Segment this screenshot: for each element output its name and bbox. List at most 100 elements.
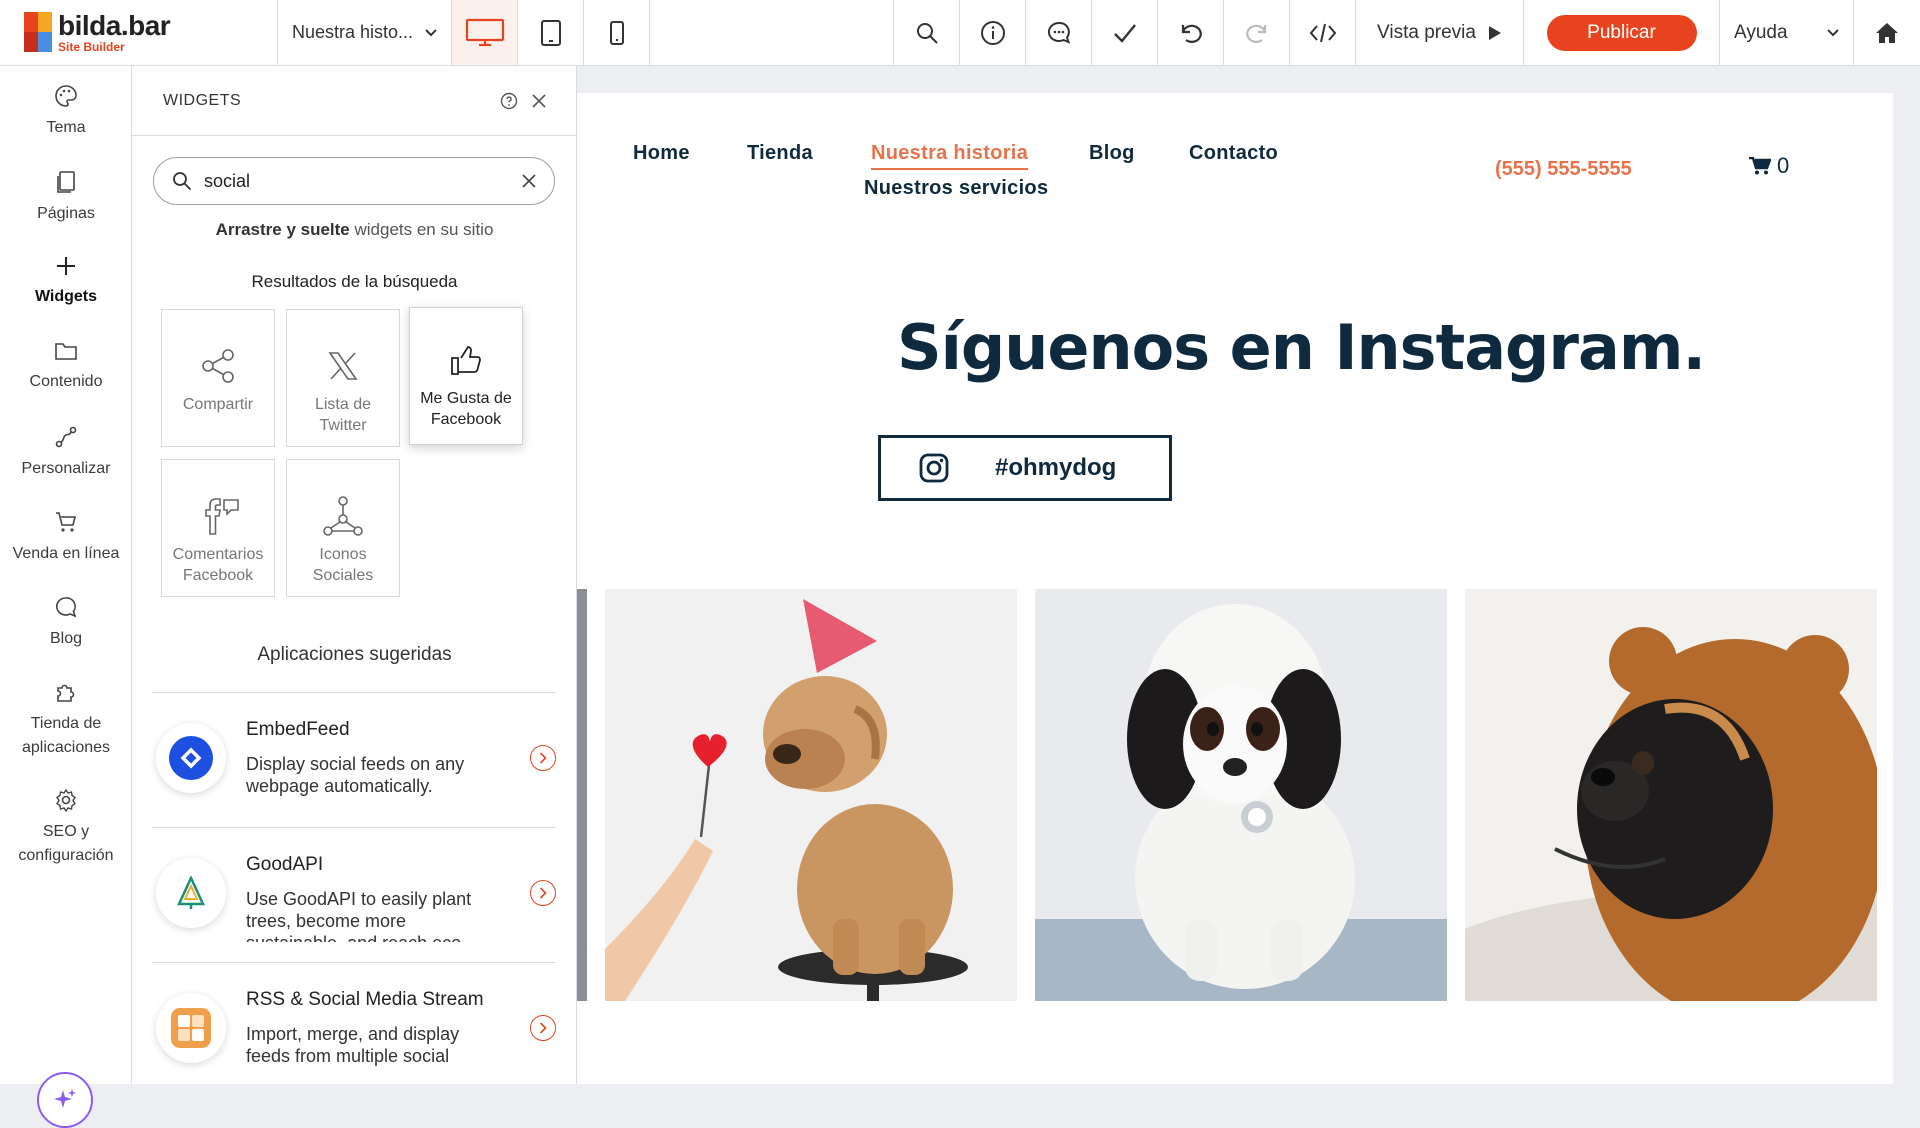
tablet-icon	[540, 19, 561, 46]
brand-subtitle: Site Builder	[58, 40, 125, 54]
brand-name: bilda.bar	[58, 10, 171, 41]
pages-icon	[57, 171, 75, 193]
sidebar-item-customize[interactable]: Personalizar	[0, 425, 132, 481]
sidebar-item-label: Widgets	[34, 288, 98, 305]
hashtag-text: #ohmydog	[995, 454, 1117, 481]
close-icon[interactable]	[532, 93, 546, 108]
redo-button[interactable]	[1224, 0, 1290, 65]
code-button[interactable]	[1290, 0, 1356, 65]
publish-button[interactable]: Publicar	[1546, 14, 1697, 51]
sparkle-icon	[54, 1089, 76, 1108]
desktop-view-button[interactable]	[452, 0, 518, 65]
chat-bubble-icon	[55, 597, 77, 618]
page-selector-value: Nuestra histo...	[292, 22, 414, 42]
widget-social-icons[interactable]: Iconos Sociales	[286, 459, 400, 597]
left-sidebar: Tema Páginas Widgets Contenido Personali…	[0, 66, 132, 1128]
ai-assistant-button[interactable]	[37, 1072, 93, 1128]
widget-label: Lista de Twitter	[314, 396, 372, 434]
site-phone[interactable]: (555) 555-5555	[1495, 158, 1632, 181]
site-cart[interactable]: 0	[1749, 153, 1789, 179]
search-icon	[916, 22, 938, 44]
comments-button[interactable]	[1026, 0, 1092, 65]
rss-stream-logo	[156, 993, 226, 1063]
widget-facebook-like[interactable]: Me Gusta de Facebook	[409, 307, 523, 445]
sidebar-item-label: Tema	[46, 119, 86, 136]
nav-link-contact[interactable]: Contacto	[1189, 142, 1278, 165]
nav-link-our-story[interactable]: Nuestra historia	[871, 142, 1029, 170]
sidebar-item-label: Personalizar	[21, 460, 111, 477]
sidebar-item-seo-settings[interactable]: SEO y configuración	[0, 788, 132, 868]
sidebar-item-label: Tienda de aplicaciones	[21, 715, 111, 756]
sidebar-item-theme[interactable]: Tema	[0, 84, 132, 140]
mobile-icon	[609, 20, 624, 45]
cart-count: 0	[1777, 153, 1790, 178]
site-preview: Home Tienda Nuestra historia Blog Contac…	[577, 93, 1893, 1084]
customize-icon	[55, 426, 77, 448]
help-menu[interactable]: Ayuda	[1720, 0, 1854, 65]
brand-logo[interactable]: bilda.bar Site Builder	[0, 0, 278, 65]
sidebar-item-label: Páginas	[37, 205, 95, 222]
app-open-button[interactable]	[530, 1015, 556, 1041]
undo-icon	[1181, 24, 1202, 43]
cart-icon	[1749, 157, 1771, 175]
desktop-icon	[465, 18, 504, 46]
nav-link-store[interactable]: Tienda	[747, 142, 813, 165]
goodapi-logo	[156, 858, 226, 928]
clear-search-icon[interactable]	[522, 174, 536, 188]
app-name: EmbedFeed	[246, 719, 350, 740]
widget-facebook-comments[interactable]: Comentarios Facebook	[161, 459, 275, 597]
sidebar-item-widgets[interactable]: Widgets	[0, 255, 132, 309]
app-embedfeed[interactable]: EmbedFeed Display social feeds on any we…	[152, 692, 556, 827]
widget-search	[153, 157, 555, 205]
app-rss-social-stream[interactable]: RSS & Social Media Stream Import, merge,…	[152, 962, 556, 1084]
tablet-view-button[interactable]	[518, 0, 584, 65]
app-name: GoodAPI	[246, 854, 324, 875]
nav-link-services[interactable]: Nuestros servicios	[864, 177, 1048, 200]
sidebar-item-pages[interactable]: Páginas	[0, 170, 132, 226]
nav-link-home[interactable]: Home	[633, 142, 690, 165]
app-description: Use GoodAPI to easily plant trees, becom…	[246, 889, 472, 942]
widgets-panel: WIDGETS Arrastre y suelte widgets en su …	[132, 66, 577, 1084]
embedfeed-logo	[156, 723, 226, 793]
preview-button[interactable]: Vista previa	[1356, 0, 1524, 65]
network-icon	[323, 496, 363, 536]
facebook-comments-icon	[205, 498, 239, 535]
sidebar-item-app-store[interactable]: Tienda de aplicaciones	[0, 680, 132, 760]
editor-canvas: Home Tienda Nuestra historia Blog Contac…	[577, 66, 1920, 1084]
info-button[interactable]	[960, 0, 1026, 65]
mobile-view-button[interactable]	[584, 0, 650, 65]
search-input[interactable]	[204, 170, 522, 192]
app-open-button[interactable]	[530, 880, 556, 906]
panel-header: WIDGETS	[132, 66, 576, 136]
checklist-button[interactable]	[1092, 0, 1158, 65]
info-icon	[980, 20, 1005, 45]
widget-label: Compartir	[182, 396, 254, 413]
thumbs-up-icon	[451, 346, 481, 375]
sidebar-item-sell-online[interactable]: Venda en línea	[0, 510, 132, 566]
app-goodapi[interactable]: GoodAPI Use GoodAPI to easily plant tree…	[152, 827, 556, 962]
preview-label: Vista previa	[1377, 21, 1476, 43]
sidebar-item-content[interactable]: Contenido	[0, 340, 132, 394]
home-icon	[1876, 22, 1898, 43]
sidebar-item-blog[interactable]: Blog	[0, 595, 132, 651]
undo-button[interactable]	[1158, 0, 1224, 65]
page-selector[interactable]: Nuestra histo...	[278, 0, 452, 65]
help-label: Ayuda	[1734, 21, 1788, 43]
gallery-photo-pug[interactable]	[1465, 589, 1877, 1001]
drag-drop-hint: Arrastre y suelte widgets en su sitio	[215, 220, 494, 239]
widget-share[interactable]: Compartir	[161, 309, 275, 447]
search-results-title: Resultados de la búsqueda	[251, 272, 458, 291]
folder-icon	[55, 343, 77, 360]
hero-title: Síguenos en Instagram.	[896, 311, 1706, 384]
gear-icon	[56, 788, 76, 812]
gallery-photo-sharpei[interactable]	[605, 589, 1017, 1001]
dashboard-home-button[interactable]	[1854, 0, 1920, 65]
help-icon[interactable]	[500, 92, 518, 110]
play-icon	[1488, 25, 1501, 40]
gallery-photo-cavalier[interactable]	[1035, 589, 1447, 1001]
widget-twitter-list[interactable]: Lista de Twitter	[286, 309, 400, 447]
search-button[interactable]	[894, 0, 960, 65]
instagram-hashtag-button[interactable]: #ohmydog	[878, 435, 1172, 501]
app-open-button[interactable]	[530, 745, 556, 771]
nav-link-blog[interactable]: Blog	[1089, 142, 1135, 165]
